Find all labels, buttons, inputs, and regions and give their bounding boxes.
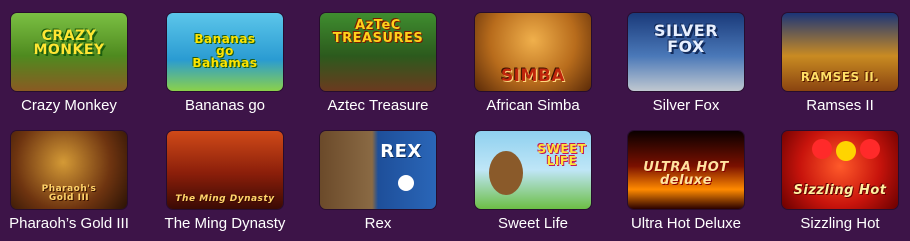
game-thumbnail[interactable]: Sizzling Hot [782, 131, 898, 209]
game-thumbnail[interactable]: RAMSES II. [782, 13, 898, 91]
game-logo: SIMBA [500, 66, 566, 86]
game-logo: CRAZY MONKEY [33, 28, 105, 58]
game-logo: SILVER FOX [653, 21, 719, 56]
game-title[interactable]: Ultra Hot Deluxe [616, 215, 756, 232]
game-thumbnail[interactable]: SWEET LIFE [475, 131, 591, 209]
game-title[interactable]: Rex [308, 215, 448, 232]
bear-figure-icon [489, 151, 523, 195]
game-logo: ULTRA HOT deluxe [643, 160, 729, 188]
game-thumbnail[interactable]: SIMBA [475, 13, 591, 91]
game-logo: Sizzling Hot [793, 183, 887, 198]
game-thumbnail[interactable]: SILVER FOX [628, 13, 744, 91]
game-title[interactable]: Sweet Life [463, 215, 603, 232]
game-tile-pharaohs-gold-iii[interactable]: Pharaoh's Gold III Pharaoh’s Gold III [0, 131, 139, 232]
game-title[interactable]: Ramses II [770, 97, 910, 114]
games-grid: CRAZY MONKEY Crazy Monkey Bananas go Bah… [0, 0, 910, 241]
game-logo: REX [380, 141, 422, 162]
game-logo: Pharaoh's Gold III [41, 184, 97, 203]
game-tile-the-ming-dynasty[interactable]: The Ming Dynasty The Ming Dynasty [155, 131, 295, 232]
game-tile-sweet-life[interactable]: SWEET LIFE Sweet Life [463, 131, 603, 232]
fruit-icon [812, 139, 832, 159]
game-title[interactable]: African Simba [463, 97, 603, 114]
game-thumbnail[interactable]: REX [320, 131, 436, 209]
game-title[interactable]: Crazy Monkey [0, 97, 139, 114]
game-title[interactable]: Silver Fox [616, 97, 756, 114]
game-thumbnail[interactable]: The Ming Dynasty [167, 131, 283, 209]
game-tile-ultra-hot-deluxe[interactable]: ULTRA HOT deluxe Ultra Hot Deluxe [616, 131, 756, 232]
game-title[interactable]: Pharaoh’s Gold III [0, 215, 139, 232]
game-tile-crazy-monkey[interactable]: CRAZY MONKEY Crazy Monkey [0, 13, 139, 114]
game-tile-silver-fox[interactable]: SILVER FOX Silver Fox [616, 13, 756, 114]
game-logo: RAMSES II. [800, 70, 880, 84]
game-tile-sizzling-hot[interactable]: Sizzling Hot Sizzling Hot [770, 131, 910, 232]
game-logo: The Ming Dynasty [175, 194, 275, 204]
game-tile-aztec-treasure[interactable]: AzTeC TREASURES Aztec Treasure [308, 13, 448, 114]
game-title[interactable]: The Ming Dynasty [155, 215, 295, 232]
game-tile-rex[interactable]: REX Rex [308, 131, 448, 232]
game-logo: AzTeC TREASURES [332, 18, 424, 46]
game-logo: SWEET LIFE [537, 142, 587, 168]
game-logo: Bananas go Bahamas [192, 32, 258, 70]
game-thumbnail[interactable]: CRAZY MONKEY [11, 13, 127, 91]
game-thumbnail[interactable]: AzTeC TREASURES [320, 13, 436, 91]
game-thumbnail[interactable]: ULTRA HOT deluxe [628, 131, 744, 209]
paw-icon [398, 175, 414, 191]
game-tile-african-simba[interactable]: SIMBA African Simba [463, 13, 603, 114]
game-title[interactable]: Aztec Treasure [308, 97, 448, 114]
game-title[interactable]: Sizzling Hot [770, 215, 910, 232]
game-thumbnail[interactable]: Pharaoh's Gold III [11, 131, 127, 209]
game-title[interactable]: Bananas go [155, 97, 295, 114]
game-thumbnail[interactable]: Bananas go Bahamas [167, 13, 283, 91]
game-tile-ramses-ii[interactable]: RAMSES II. Ramses II [770, 13, 910, 114]
game-tile-bananas-go[interactable]: Bananas go Bahamas Bananas go [155, 13, 295, 114]
